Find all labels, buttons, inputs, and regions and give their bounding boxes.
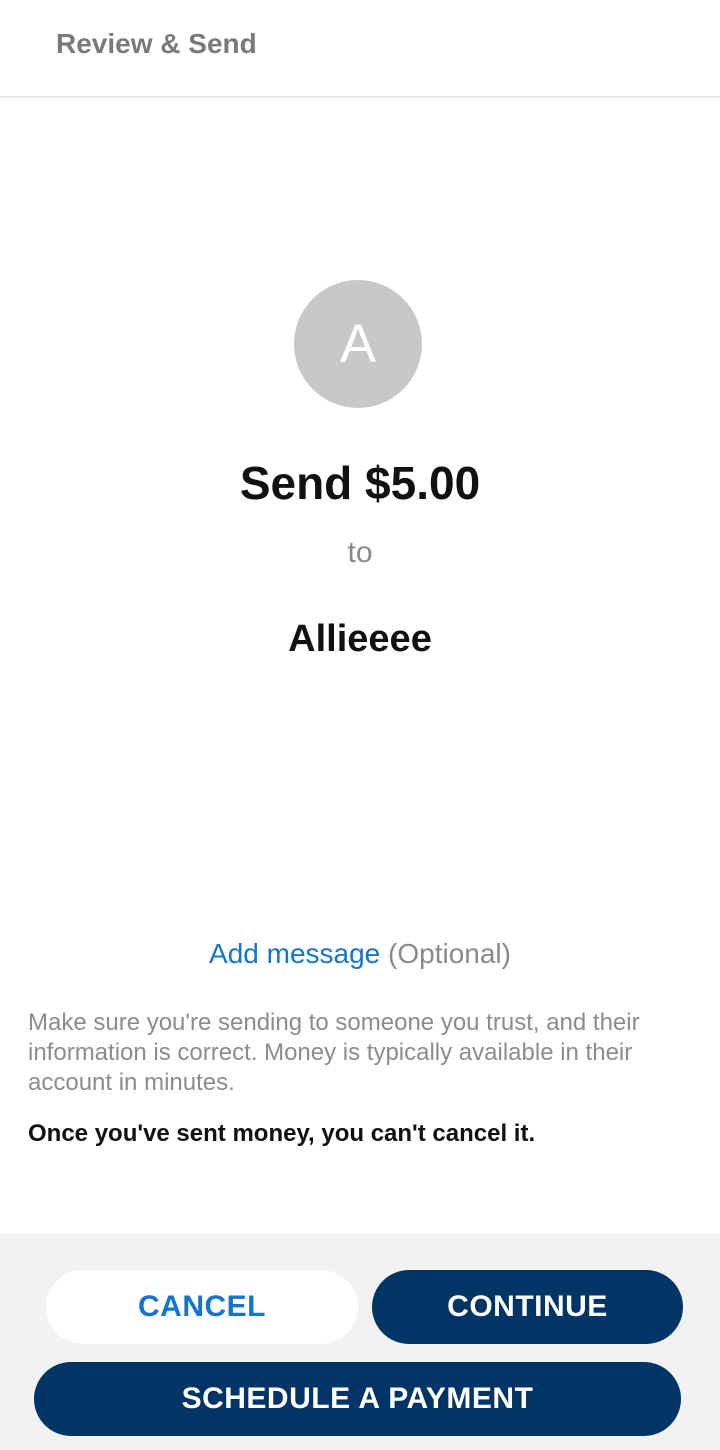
recipient-avatar: A	[294, 280, 422, 408]
continue-button[interactable]: CONTINUE	[372, 1270, 683, 1344]
optional-label: (Optional)	[388, 938, 511, 969]
send-amount: Send $5.00	[239, 457, 481, 509]
trust-disclaimer: Make sure you're sending to someone you …	[28, 1009, 640, 1096]
to-connector: to	[347, 536, 373, 569]
page-title: Review & Send	[56, 28, 257, 59]
cancel-button[interactable]: CANCEL	[46, 1270, 358, 1344]
add-message-link[interactable]: Add message	[209, 938, 380, 969]
top-app-bar: Review & Send	[0, 0, 720, 97]
recipient-name: Allieeee	[288, 618, 432, 660]
add-message-row: Add message (Optional)	[0, 938, 720, 970]
schedule-payment-button[interactable]: SCHEDULE A PAYMENT	[34, 1362, 681, 1436]
cancel-warning: Once you've sent money, you can't cancel…	[28, 1120, 536, 1147]
avatar-initial: A	[339, 314, 377, 374]
